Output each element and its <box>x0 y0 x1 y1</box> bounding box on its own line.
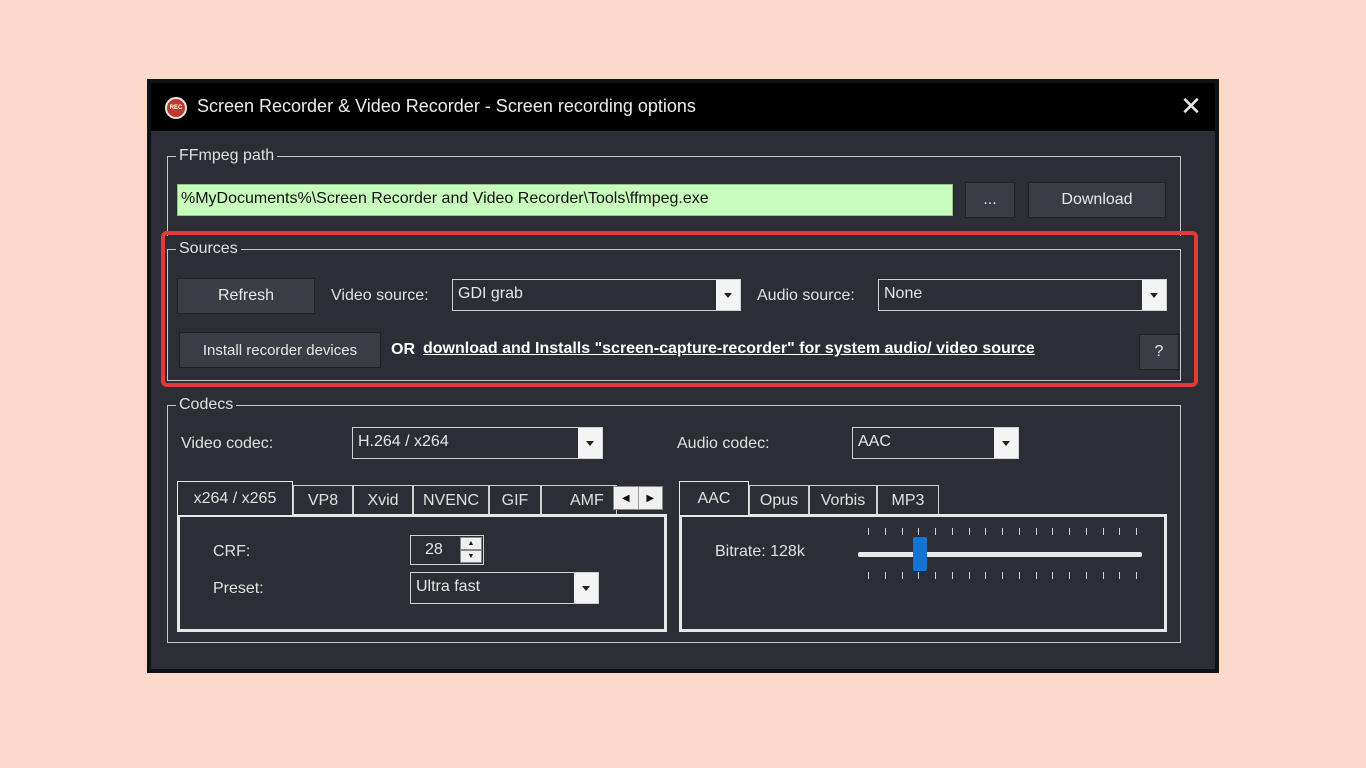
download-button[interactable]: Download <box>1028 182 1166 218</box>
slider-tick <box>1119 572 1120 579</box>
slider-tick <box>868 528 869 535</box>
slider-tick <box>1086 572 1087 579</box>
slider-tick <box>952 572 953 579</box>
bitrate-slider[interactable] <box>858 552 1142 557</box>
slider-tick <box>868 572 869 579</box>
close-icon[interactable]: ✕ <box>1176 91 1206 121</box>
slider-tick <box>985 528 986 535</box>
slider-tick <box>1119 528 1120 535</box>
video-codec-value: H.264 / x264 <box>358 433 449 450</box>
bitrate-label: Bitrate: 128k <box>715 543 805 560</box>
crf-label: CRF: <box>213 543 251 560</box>
tab-nvenc[interactable]: NVENC <box>413 485 489 515</box>
slider-tick <box>1069 528 1070 535</box>
tab-aac[interactable]: AAC <box>679 481 749 515</box>
crf-value: 28 <box>425 541 443 558</box>
tab-xvid[interactable]: Xvid <box>353 485 413 515</box>
slider-tick <box>985 572 986 579</box>
window-title: Screen Recorder & Video Recorder - Scree… <box>197 96 696 116</box>
slider-tick <box>1052 572 1053 579</box>
slider-ticks-bottom <box>868 572 1137 580</box>
spin-up-icon[interactable]: ▲ <box>460 537 482 550</box>
slider-tick <box>885 528 886 535</box>
slider-ticks-top <box>868 528 1137 536</box>
audio-codec-value: AAC <box>858 433 891 450</box>
audio-codec-select[interactable]: AAC <box>852 427 1019 459</box>
slider-tick <box>969 528 970 535</box>
tab-scroll-buttons: ◀ ▶ <box>613 486 663 510</box>
tab-opus[interactable]: Opus <box>749 485 809 515</box>
options-dialog: REC Screen Recorder & Video Recorder - S… <box>147 79 1219 673</box>
slider-tick <box>1136 528 1137 535</box>
tab-vp8[interactable]: VP8 <box>293 485 353 515</box>
slider-tick <box>1019 572 1020 579</box>
spin-down-icon[interactable]: ▼ <box>460 550 482 563</box>
preset-value: Ultra fast <box>416 578 481 595</box>
tab-amf[interactable]: AMF <box>541 485 617 515</box>
slider-tick <box>1052 528 1053 535</box>
video-codec-tabs: x264 / x265 VP8 Xvid NVENC GIF AMF <box>177 481 667 515</box>
chevron-down-icon[interactable] <box>578 428 602 458</box>
slider-tick <box>969 572 970 579</box>
title-bar[interactable]: REC Screen Recorder & Video Recorder - S… <box>151 83 1215 131</box>
chevron-down-icon[interactable] <box>574 573 598 603</box>
preset-label: Preset: <box>213 580 264 597</box>
tab-gif[interactable]: GIF <box>489 485 541 515</box>
audio-codec-label: Audio codec: <box>677 435 770 452</box>
browse-button[interactable]: ... <box>965 182 1015 218</box>
crf-stepper[interactable]: 28 ▲ ▼ <box>410 535 484 565</box>
slider-tick <box>935 572 936 579</box>
tab-mp3[interactable]: MP3 <box>877 485 939 515</box>
chevron-down-icon[interactable] <box>994 428 1018 458</box>
tab-x264-x265[interactable]: x264 / x265 <box>177 481 293 515</box>
audio-codec-tabs: AAC Opus Vorbis MP3 <box>679 481 943 515</box>
app-rec-icon: REC <box>165 97 187 119</box>
slider-tick <box>1002 572 1003 579</box>
slider-tick <box>1036 528 1037 535</box>
slider-tick <box>952 528 953 535</box>
slider-tick <box>1103 572 1104 579</box>
bitrate-slider-thumb[interactable] <box>913 537 927 571</box>
slider-tick <box>1036 572 1037 579</box>
scroll-right-icon[interactable]: ▶ <box>639 487 663 509</box>
slider-tick <box>1002 528 1003 535</box>
slider-tick <box>1103 528 1104 535</box>
ffmpeg-path-group-label: FFmpeg path <box>176 146 278 166</box>
slider-tick <box>1069 572 1070 579</box>
codecs-group-label: Codecs <box>176 395 237 415</box>
tab-vorbis[interactable]: Vorbis <box>809 485 877 515</box>
preset-select[interactable]: Ultra fast <box>410 572 599 604</box>
slider-tick <box>1136 572 1137 579</box>
slider-tick <box>935 528 936 535</box>
slider-tick <box>902 572 903 579</box>
slider-tick <box>918 528 919 535</box>
video-codec-select[interactable]: H.264 / x264 <box>352 427 603 459</box>
slider-tick <box>1019 528 1020 535</box>
slider-tick <box>902 528 903 535</box>
slider-tick <box>918 572 919 579</box>
slider-tick <box>1086 528 1087 535</box>
aac-settings-panel: Bitrate: 128k <box>679 514 1167 632</box>
ffmpeg-path-field[interactable]: %MyDocuments%\Screen Recorder and Video … <box>177 184 953 216</box>
scroll-left-icon[interactable]: ◀ <box>614 487 639 509</box>
video-codec-label: Video codec: <box>181 435 274 452</box>
sources-highlight-annotation <box>161 231 1198 387</box>
x264-settings-panel: CRF: 28 ▲ ▼ Preset: Ultra fast <box>177 514 667 632</box>
slider-tick <box>885 572 886 579</box>
